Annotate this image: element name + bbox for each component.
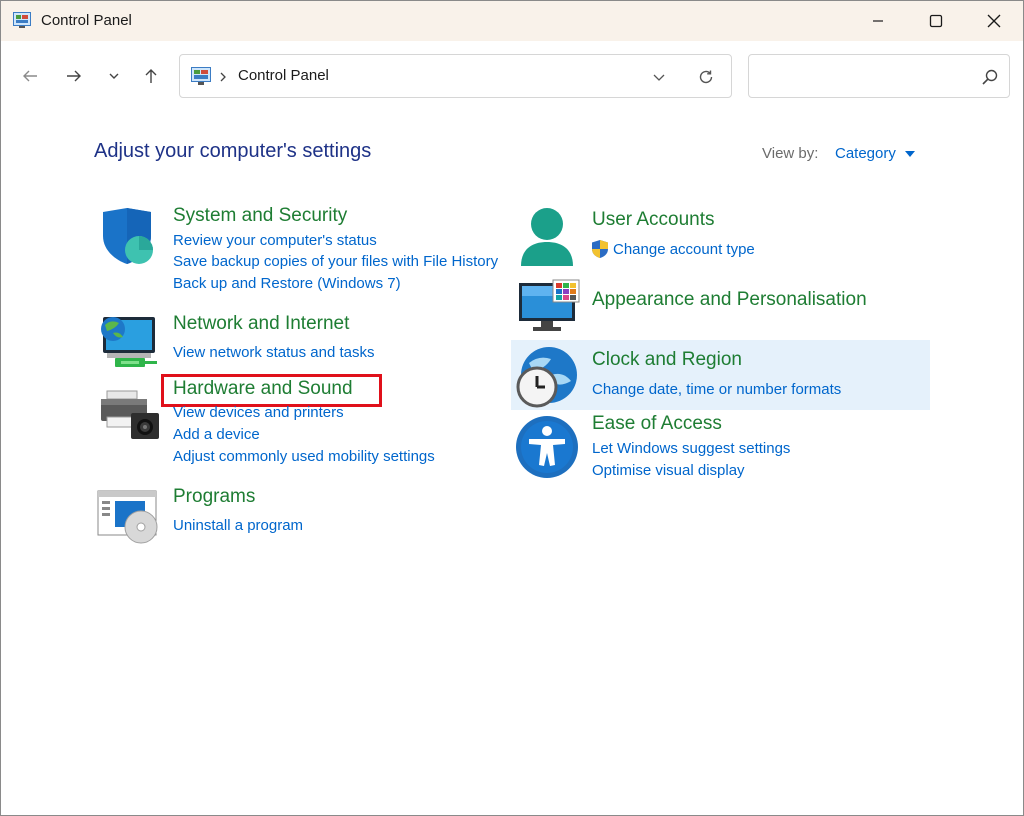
view-by-dropdown[interactable]: Category [835,145,896,162]
forward-arrow-icon [67,70,81,82]
accessibility-icon [516,416,578,478]
page-heading: Adjust your computer's settings [94,140,372,162]
refresh-button[interactable] [695,66,717,88]
window-title: Control Panel [41,12,132,29]
category-system-and-security[interactable]: System and Security [173,205,347,227]
back-button[interactable] [17,63,43,89]
up-arrow-icon [145,69,157,83]
link-change-account-type[interactable]: Change account type [613,241,755,258]
minimize-button[interactable] [849,1,907,41]
search-box[interactable] [748,54,1010,98]
navigation-bar: Control Panel [1,41,1023,113]
category-network-and-internet[interactable]: Network and Internet [173,313,349,335]
user-icon [521,208,573,266]
search-input[interactable] [759,65,969,87]
link-file-history[interactable]: Save backup copies of your files with Fi… [173,253,498,270]
link-mobility-settings[interactable]: Adjust commonly used mobility settings [173,448,435,465]
category-clock-and-region[interactable]: Clock and Region [592,349,742,371]
link-windows-suggest-settings[interactable]: Let Windows suggest settings [592,440,790,457]
caret-down-icon[interactable] [904,149,916,159]
control-panel-window: Control Panel Control Panel Adjust your … [0,0,1024,816]
link-view-network-status[interactable]: View network status and tasks [173,344,375,361]
link-view-devices-printers[interactable]: View devices and printers [173,404,344,421]
refresh-icon [699,70,713,84]
title-bar: Control Panel [1,1,1023,41]
chevron-down-icon [109,73,119,79]
category-programs[interactable]: Programs [173,486,255,508]
maximize-button[interactable] [907,1,965,41]
close-button[interactable] [965,1,1023,41]
maximize-icon [929,14,943,28]
recent-locations-button[interactable] [101,63,127,89]
uac-shield-icon [592,240,608,258]
breadcrumb-control-panel[interactable]: Control Panel [238,67,329,84]
address-dropdown-button[interactable] [648,66,670,88]
printer-icon [101,390,159,439]
control-panel-icon [13,12,31,28]
highlight-box [161,374,382,407]
category-appearance-personalisation[interactable]: Appearance and Personalisation [592,289,867,311]
link-optimise-visual-display[interactable]: Optimise visual display [592,462,745,479]
forward-button[interactable] [61,63,87,89]
link-uninstall-program[interactable]: Uninstall a program [173,517,303,534]
chevron-down-icon [653,74,665,81]
link-change-date-time-formats[interactable]: Change date, time or number formats [592,381,841,398]
link-backup-restore[interactable]: Back up and Restore (Windows 7) [173,275,401,292]
address-bar[interactable]: Control Panel [179,54,732,98]
search-icon[interactable] [980,67,1000,87]
close-icon [987,14,1001,28]
link-review-computer-status[interactable]: Review your computer's status [173,232,377,249]
back-arrow-icon [23,70,37,82]
link-add-device[interactable]: Add a device [173,426,260,443]
network-icon [101,317,157,367]
category-ease-of-access[interactable]: Ease of Access [592,413,722,435]
view-by-label: View by: [762,145,819,162]
clock-globe-icon [516,347,577,408]
category-user-accounts[interactable]: User Accounts [592,209,715,231]
up-button[interactable] [138,63,164,89]
shield-icon [103,208,153,264]
programs-icon [97,490,158,544]
minimize-icon [873,20,883,22]
appearance-icon [519,279,580,331]
control-panel-icon [191,67,211,85]
breadcrumb-chevron-icon [220,72,226,82]
